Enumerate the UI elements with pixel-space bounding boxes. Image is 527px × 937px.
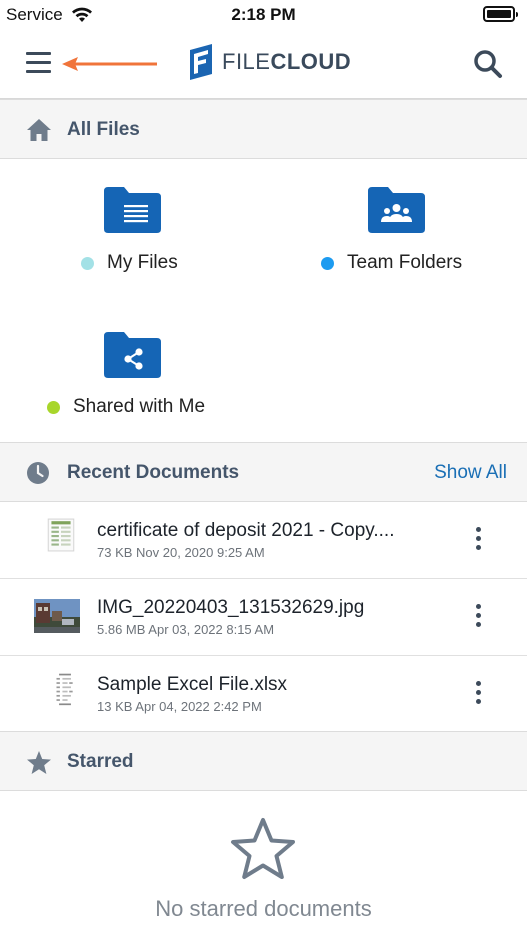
doc-meta: 73 KB Nov 20, 2020 9:25 AM <box>97 545 265 560</box>
folder-name: My Files <box>107 252 178 273</box>
starred-header[interactable]: Starred <box>0 731 527 791</box>
empty-starred-message: No starred documents <box>155 896 372 921</box>
folder-shared-with-me-label: Shared with Me <box>47 396 205 418</box>
logo-text: FILECLOUD <box>222 49 351 75</box>
more-vertical-icon[interactable] <box>473 604 483 630</box>
folder-document-icon <box>104 187 161 233</box>
recent-documents-header: Recent Documents Show All <box>0 442 527 502</box>
empty-star-icon <box>231 818 295 879</box>
doc-meta: 13 KB Apr 04, 2022 2:42 PM <box>97 699 262 714</box>
more-vertical-icon[interactable] <box>473 527 483 553</box>
doc-name: certificate of deposit 2021 - Copy.... <box>97 520 395 541</box>
recent-documents-title: Recent Documents <box>67 462 240 483</box>
list-item-doc[interactable]: IMG_20220403_131532629.jpg 5.86 MB Apr 0… <box>0 579 527 656</box>
list-item-doc[interactable]: certificate of deposit 2021 - Copy.... 7… <box>0 502 527 579</box>
folder-name: Shared with Me <box>73 396 206 417</box>
arrow-left-annotation-icon <box>62 57 157 71</box>
doc-meta: 5.86 MB Apr 03, 2022 8:15 AM <box>97 622 275 637</box>
status-bar: Service 2:18 PM <box>0 0 527 30</box>
battery-icon <box>483 6 518 22</box>
folder-share-icon <box>104 332 161 378</box>
nav-bar: FILECLOUD <box>0 30 527 99</box>
status-dot <box>47 400 60 414</box>
folder-my-files-label: My Files <box>81 252 178 274</box>
folder-team-folders[interactable]: Team Folders <box>264 160 527 290</box>
all-files-header[interactable]: All Files <box>0 99 527 159</box>
status-time: 2:18 PM <box>231 5 296 24</box>
folder-team-folders-label: Team Folders <box>321 252 462 274</box>
search-icon[interactable] <box>473 49 503 79</box>
show-all-link[interactable]: Show All <box>434 462 507 484</box>
star-icon <box>27 751 51 774</box>
folder-shared-with-me[interactable]: Shared with Me <box>0 305 260 435</box>
logo-text-file: FILE <box>222 49 271 74</box>
spreadsheet-thumbnail-icon <box>53 672 77 706</box>
status-dot <box>81 256 94 270</box>
home-icon <box>27 119 51 141</box>
pdf-thumbnail-icon <box>47 518 75 552</box>
filecloud-logo: FILECLOUD <box>188 44 351 80</box>
doc-name: Sample Excel File.xlsx <box>97 674 288 695</box>
image-thumbnail-icon <box>34 599 80 633</box>
logo-text-cloud: CLOUD <box>270 49 352 74</box>
filecloud-logo-icon <box>190 44 212 80</box>
all-files-title: All Files <box>67 119 140 140</box>
list-item-doc[interactable]: Sample Excel File.xlsx 13 KB Apr 04, 202… <box>0 656 527 733</box>
starred-title: Starred <box>67 751 134 772</box>
more-vertical-icon[interactable] <box>473 681 483 707</box>
status-dot <box>321 256 334 270</box>
clock-icon <box>27 462 49 484</box>
folder-name: Team Folders <box>347 252 463 273</box>
folder-my-files[interactable]: My Files <box>0 160 260 290</box>
hamburger-menu-icon[interactable] <box>26 52 52 74</box>
folder-people-icon <box>368 187 425 233</box>
doc-name: IMG_20220403_131532629.jpg <box>97 597 365 618</box>
